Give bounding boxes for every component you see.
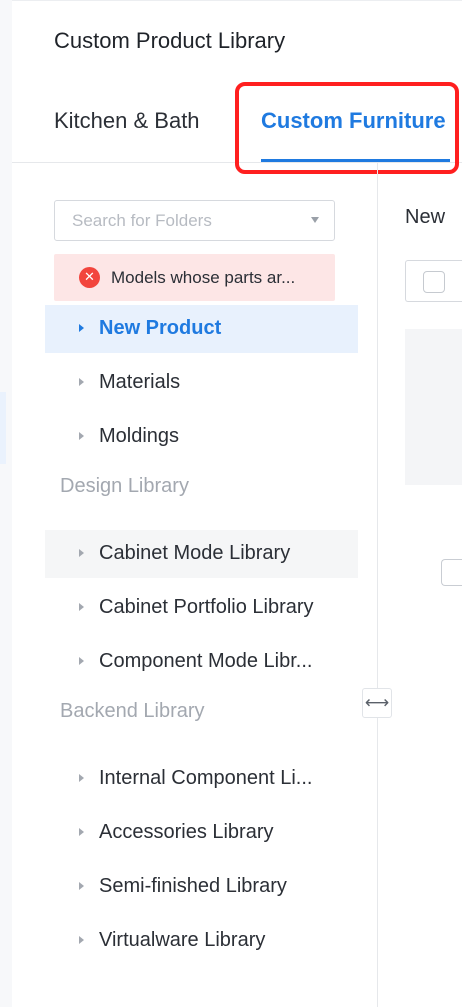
- right-panel-label: New: [405, 206, 446, 228]
- group-label-design-library: Design Library: [60, 475, 189, 497]
- tree-item-label: Internal Component Li...: [99, 767, 313, 789]
- tree-item-internal-component-library[interactable]: Internal Component Li...: [45, 755, 358, 803]
- library-panel: Custom Product Library Kitchen & Bath Cu…: [12, 0, 462, 1007]
- tree-item-cabinet-portfolio-library[interactable]: Cabinet Portfolio Library: [45, 584, 358, 632]
- caret-right-icon[interactable]: [79, 549, 84, 557]
- highlight-annotation-box: [235, 82, 459, 174]
- tree-item-accessories-library[interactable]: Accessories Library: [45, 809, 358, 857]
- tab-kitchen-bath[interactable]: Kitchen & Bath: [54, 108, 200, 134]
- right-panel-content-block: [405, 329, 462, 485]
- folder-search-select[interactable]: [54, 200, 335, 241]
- tree-item-label: Cabinet Mode Library: [99, 542, 291, 564]
- tree-item-label: Semi-finished Library: [99, 875, 287, 897]
- tree-item-component-mode-library[interactable]: Component Mode Libr...: [45, 638, 358, 686]
- error-banner: ✕ Models whose parts ar...: [54, 254, 335, 301]
- tree-item-label: Virtualware Library: [99, 929, 266, 951]
- chevron-down-icon[interactable]: [311, 217, 319, 223]
- error-circle-icon: ✕: [79, 267, 100, 288]
- caret-right-icon[interactable]: [79, 603, 84, 611]
- group-label-backend-library: Backend Library: [60, 700, 205, 722]
- caret-right-icon[interactable]: [79, 378, 84, 386]
- tree-item-semi-finished-library[interactable]: Semi-finished Library: [45, 863, 358, 911]
- caret-right-icon[interactable]: [79, 432, 84, 440]
- tree-item-moldings[interactable]: Moldings: [45, 413, 358, 461]
- folder-search-input[interactable]: [55, 201, 295, 240]
- left-gutter: [0, 0, 12, 1007]
- tree-item-label: Accessories Library: [99, 821, 274, 843]
- error-message: Models whose parts ar...: [111, 268, 296, 287]
- right-panel-input[interactable]: [405, 260, 462, 302]
- tree-item-new-product[interactable]: New Product: [45, 305, 358, 353]
- select-checkbox[interactable]: [423, 271, 445, 293]
- caret-right-icon[interactable]: [79, 936, 84, 944]
- caret-right-icon[interactable]: [79, 657, 84, 665]
- right-panel-small-button[interactable]: [441, 559, 462, 586]
- tree-item-materials[interactable]: Materials: [45, 359, 358, 407]
- gutter-marker: [0, 392, 6, 464]
- caret-right-icon[interactable]: [79, 882, 84, 890]
- page-title: Custom Product Library: [54, 28, 286, 53]
- tree-item-label: Cabinet Portfolio Library: [99, 596, 314, 618]
- caret-right-icon[interactable]: [79, 828, 84, 836]
- tree-item-label: New Product: [99, 317, 222, 339]
- tree-item-cabinet-mode-library[interactable]: Cabinet Mode Library: [45, 530, 358, 578]
- tree-item-label: Materials: [99, 371, 181, 393]
- panel-divider: [377, 163, 378, 1007]
- caret-right-icon[interactable]: [79, 774, 84, 782]
- tree-item-label: Component Mode Libr...: [99, 650, 313, 672]
- horizontal-resize-icon[interactable]: ⟷: [362, 688, 392, 718]
- tree-item-virtualware-library[interactable]: Virtualware Library: [45, 917, 358, 965]
- tree-item-label: Moldings: [99, 425, 180, 447]
- caret-right-icon[interactable]: [79, 324, 84, 332]
